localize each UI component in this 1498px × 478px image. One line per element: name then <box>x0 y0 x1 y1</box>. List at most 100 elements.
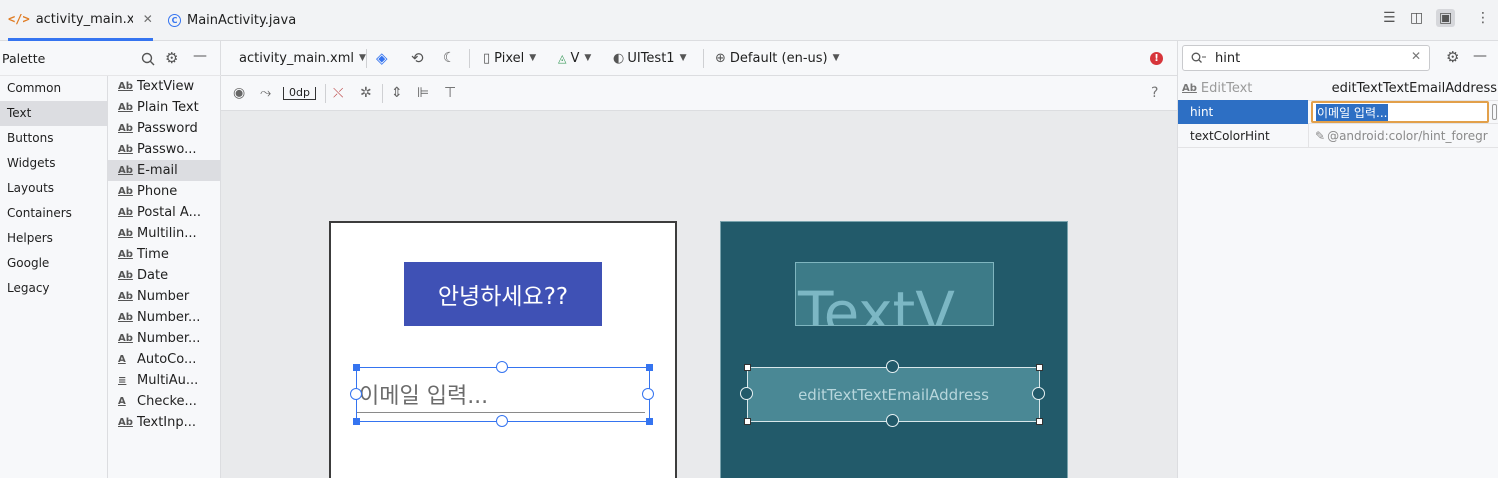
widget-icon: Ab <box>118 165 133 176</box>
palette-widget[interactable]: Ab Postal A... <box>108 202 221 223</box>
attribute-name: hint <box>1178 100 1308 124</box>
more-options-icon[interactable]: ⋮ <box>1476 10 1490 26</box>
error-icon[interactable]: ! <box>1150 52 1163 65</box>
autoconnect-icon[interactable]: ⤳ <box>260 76 271 110</box>
split-view-icon[interactable]: ◫ <box>1410 10 1423 26</box>
edittext-underline <box>357 412 645 413</box>
help-icon[interactable]: ? <box>1151 76 1158 110</box>
category-helpers[interactable]: Helpers <box>0 226 107 251</box>
attribute-row-hint[interactable]: hint 이메일 입력... <box>1178 100 1498 124</box>
night-mode-icon[interactable]: ☾ <box>443 41 456 75</box>
tab-main-activity[interactable]: C MainActivity.java <box>168 0 296 40</box>
pack-icon[interactable]: ⇕ <box>391 76 403 110</box>
resize-handle[interactable] <box>353 364 360 371</box>
constraint-anchor[interactable] <box>350 388 362 400</box>
layers-icon[interactable]: ◈ <box>376 41 388 75</box>
hint-value-text: 이메일 입력... <box>1316 103 1389 121</box>
resize-handle[interactable] <box>744 418 751 425</box>
palette-widget[interactable]: Ab Time <box>108 244 221 265</box>
resize-handle[interactable] <box>1036 364 1043 371</box>
widget-icon: Ab <box>118 186 133 197</box>
palette-widget[interactable]: ≡ MultiAu... <box>108 370 221 391</box>
palette-widget[interactable]: Ab TextView <box>108 76 221 97</box>
palette-widget[interactable]: Ab Phone <box>108 181 221 202</box>
design-preview[interactable] <box>329 221 677 478</box>
gear-icon[interactable]: ⚙ <box>1446 48 1459 66</box>
gear-icon[interactable]: ⚙ <box>165 49 178 67</box>
hint-value-editor[interactable]: 이메일 입력... <box>1308 100 1498 124</box>
search-icon[interactable] <box>141 52 155 66</box>
palette-widget[interactable]: Ab Number... <box>108 307 221 328</box>
palette-widget[interactable]: Ab Passwo... <box>108 139 221 160</box>
palette-widget[interactable]: Ab Date <box>108 265 221 286</box>
guidelines-icon[interactable]: ⊤ <box>444 76 456 110</box>
tab-activity-main[interactable]: </> activity_main.xml ✕ <box>8 0 153 41</box>
resize-handle[interactable] <box>646 418 653 425</box>
constraint-anchor[interactable] <box>886 360 899 373</box>
java-class-icon: C <box>168 13 181 27</box>
clear-search-icon[interactable]: ✕ <box>1411 49 1421 63</box>
default-margin-field[interactable]: 0dp <box>283 76 316 110</box>
attribute-search-box[interactable]: hint ✕ <box>1182 45 1430 71</box>
close-icon[interactable]: ✕ <box>143 12 153 26</box>
widget-icon: ≡ <box>118 375 127 386</box>
category-layouts[interactable]: Layouts <box>0 176 107 201</box>
phone-icon: ▯ <box>483 50 491 66</box>
blueprint-textview[interactable]: TextV <box>795 262 994 326</box>
eye-icon[interactable]: ◉ <box>233 76 245 110</box>
category-text[interactable]: Text <box>0 101 107 126</box>
palette-widget[interactable]: Ab Password <box>108 118 221 139</box>
category-google[interactable]: Google <box>0 251 107 276</box>
align-icon[interactable]: ⊫ <box>417 76 429 110</box>
hint-value-field[interactable]: 이메일 입력... <box>1311 101 1489 123</box>
constraint-anchor[interactable] <box>496 415 508 427</box>
palette-widget[interactable]: A Checke... <box>108 391 221 412</box>
widget-icon: Ab <box>118 207 133 218</box>
constraint-anchor[interactable] <box>886 414 899 427</box>
category-legacy[interactable]: Legacy <box>0 276 107 301</box>
constraint-anchor[interactable] <box>740 387 753 400</box>
greeting-textview[interactable]: 안녕하세요?? <box>404 262 602 326</box>
palette-widget[interactable]: Ab Multilin... <box>108 223 221 244</box>
resize-handle[interactable] <box>353 418 360 425</box>
code-view-icon[interactable]: ☰ <box>1383 10 1396 26</box>
device-dropdown[interactable]: ▯ Pixel ▼ <box>483 41 536 75</box>
clear-constraints-icon[interactable]: ⤬ <box>333 76 343 110</box>
pencil-icon: ✎ <box>1315 128 1326 143</box>
palette-widget[interactable]: Ab Number... <box>108 328 221 349</box>
category-containers[interactable]: Containers <box>0 201 107 226</box>
tab-label: MainActivity.java <box>187 12 297 28</box>
blueprint-preview[interactable] <box>720 221 1068 478</box>
constraint-anchor[interactable] <box>642 388 654 400</box>
palette-widget[interactable]: Ab Number <box>108 286 221 307</box>
widget-icon: Ab <box>118 81 133 92</box>
palette-widget[interactable]: Ab Plain Text <box>108 97 221 118</box>
constraint-anchor[interactable] <box>1032 387 1045 400</box>
resize-handle[interactable] <box>646 364 653 371</box>
attribute-row-textcolorhint[interactable]: textColorHint ✎ @android:color/hint_foreg… <box>1178 123 1498 148</box>
attribute-value[interactable]: ✎ @android:color/hint_foregr <box>1308 123 1498 148</box>
palette-widget[interactable]: Ab E-mail <box>108 160 221 181</box>
category-widgets[interactable]: Widgets <box>0 151 107 176</box>
minimize-icon[interactable]: — <box>193 48 207 64</box>
layout-toolbar: ◉ ⤳ 0dp ⤬ ✲ ⇕ ⊫ ⊤ ? <box>221 76 1177 111</box>
palette-widget[interactable]: A AutoCo... <box>108 349 221 370</box>
orientation-icon[interactable]: ⟲ <box>411 41 424 75</box>
constraint-anchor[interactable] <box>496 361 508 373</box>
minimize-icon[interactable]: — <box>1473 48 1487 64</box>
palette-widget[interactable]: Ab TextInp... <box>108 412 221 433</box>
widget-label: Time <box>137 247 169 262</box>
category-common[interactable]: Common <box>0 76 107 101</box>
resource-picker-button[interactable] <box>1492 104 1497 120</box>
theme-dropdown[interactable]: ◐ UITest1 ▼ <box>613 41 687 75</box>
resize-handle[interactable] <box>744 364 751 371</box>
api-dropdown[interactable]: ◬ V ▼ <box>558 41 591 75</box>
infer-constraints-icon[interactable]: ✲ <box>360 76 372 110</box>
locale-dropdown[interactable]: ⊕ Default (en-us) ▼ <box>715 41 840 75</box>
widget-label: Checke... <box>137 394 197 409</box>
attribute-search-input[interactable]: hint <box>1215 51 1240 66</box>
file-dropdown[interactable]: activity_main.xml ▼ <box>239 41 366 75</box>
resize-handle[interactable] <box>1036 418 1043 425</box>
category-buttons[interactable]: Buttons <box>0 126 107 151</box>
design-view-icon[interactable]: ▣ <box>1436 9 1456 27</box>
